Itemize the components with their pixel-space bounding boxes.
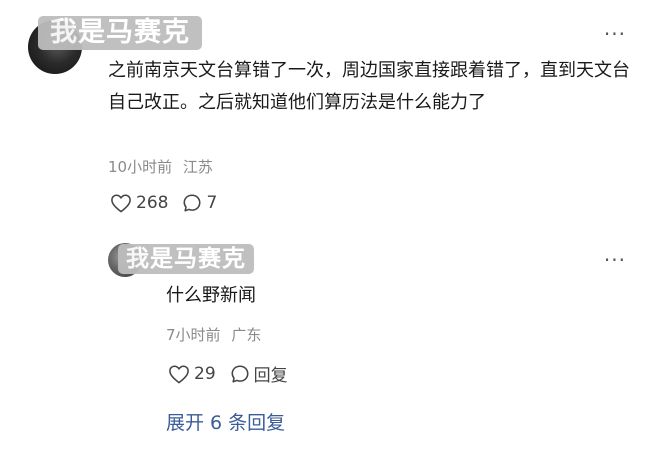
comment-text: 之前南京天文台算错了一次，周边国家直接跟着错了，直到天文台自己改正。之后就知道他…	[108, 60, 630, 113]
commenter-username[interactable]: 我是马赛克	[38, 16, 202, 50]
reply-like-button[interactable]: 29	[168, 364, 216, 384]
comment-meta: 10小时前 江苏	[108, 156, 213, 177]
expand-replies-link[interactable]: 展开 6 条回复	[166, 408, 285, 435]
reply-more-options-icon[interactable]: ···	[604, 250, 626, 270]
reply-location: 广东	[231, 326, 262, 344]
reply-text: 什么野新闻	[166, 285, 256, 306]
reply-meta: 7小时前 广东	[166, 324, 261, 345]
comment-location: 江苏	[182, 158, 213, 176]
more-options-icon[interactable]: ···	[604, 24, 626, 44]
like-count: 268	[136, 193, 169, 213]
comment-time: 10小时前	[108, 158, 173, 176]
reply-reply-label: 回复	[253, 366, 288, 386]
heart-icon	[111, 194, 131, 213]
like-button[interactable]: 268	[110, 193, 168, 213]
comment-bubble-icon	[183, 194, 201, 212]
reply-reply-button[interactable]: 回复	[230, 361, 288, 386]
reply-count: 7	[206, 193, 218, 213]
heart-icon	[169, 365, 189, 383]
replier-username[interactable]: 我是马赛克	[118, 244, 254, 274]
comment-bubble-icon	[231, 365, 249, 382]
reply-time: 7小时前	[166, 326, 221, 344]
comment-actions: 268 7	[110, 193, 231, 213]
reply-actions: 29 回复	[168, 361, 302, 386]
reply-like-count: 29	[194, 363, 216, 384]
reply-button[interactable]: 7	[182, 193, 217, 213]
